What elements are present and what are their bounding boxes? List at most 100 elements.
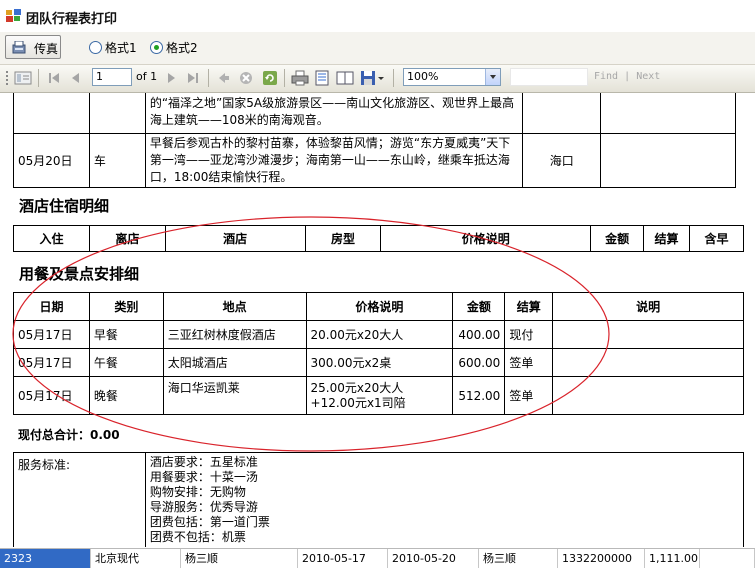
fax-button-label: 传真 (34, 42, 59, 56)
next-page-icon[interactable] (166, 70, 178, 86)
meals-header-row: 日期 类别 地点 价格说明 金额 结算 说明 (13, 292, 744, 321)
grid-cell[interactable]: 2010-05-20 (388, 549, 479, 568)
meals-table: 日期 类别 地点 价格说明 金额 结算 说明 05月17日 早餐 三亚红树林度假… (13, 292, 744, 415)
grid-cell[interactable]: 北京现代 (91, 549, 181, 568)
meals-section-title: 用餐及景点安排细 (19, 265, 140, 283)
style2-label: 格式2 (166, 41, 198, 55)
itinerary-content: 的“福泽之地”国家5A级旅游景区——南山文化旅游区、观世界上最高海上建筑——10… (144, 93, 524, 134)
previous-page-icon[interactable] (69, 70, 81, 86)
fax-button[interactable]: 传真 (5, 35, 61, 59)
options-toolbar: 传真 格式1 格式2 (0, 32, 755, 65)
itinerary-date: 05月20日 (13, 133, 90, 188)
service-line: 团费包括：第一道门票 (149, 515, 270, 529)
meal-note (552, 320, 744, 349)
meal-place: 三亚红树林度假酒店 (162, 320, 307, 349)
service-line: 购物安排：无购物 (149, 485, 246, 499)
page-count-label: of 1 (136, 70, 158, 83)
stop-icon[interactable] (238, 70, 254, 86)
hotel-section-title: 酒店住宿明细 (19, 197, 110, 215)
meal-amount: 400.00 (452, 320, 506, 349)
meal-price: 300.00元x2桌 (305, 348, 454, 377)
meals-header-note: 说明 (552, 292, 744, 321)
radio-unchecked-icon (89, 41, 102, 54)
itinerary-content: 早餐后参观古朴的黎村苗寨，体验黎苗风情；游览“东方夏威夷”天下第一湾——亚龙湾沙… (144, 133, 524, 188)
refresh-icon[interactable] (262, 70, 278, 86)
toolbar-grip-icon (6, 71, 8, 85)
meals-header-price: 价格说明 (305, 292, 454, 321)
meals-header-amount: 金额 (452, 292, 506, 321)
app-icon (6, 9, 21, 22)
meal-place: 太阳城酒店 (162, 348, 307, 377)
fax-icon (12, 41, 26, 54)
find-link[interactable]: Find (594, 71, 618, 82)
report-viewer-toolbar: 1 of 1 100% Find | Next (0, 65, 755, 93)
meal-type: 早餐 (88, 320, 164, 349)
hotel-table: 入住 离店 酒店 房型 价格说明 金额 结算 含早 (13, 225, 744, 252)
grid-cell[interactable]: 杨三顺 (181, 549, 298, 568)
export-dropdown-arrow-icon[interactable] (377, 70, 385, 86)
grid-cell[interactable]: 杨三顺 (479, 549, 558, 568)
meal-settle: 签单 (504, 376, 554, 415)
itinerary-row: 的“福泽之地”国家5A级旅游景区——南山文化旅游区、观世界上最高海上建筑——10… (13, 93, 736, 134)
hotel-header-settle: 结算 (643, 225, 690, 252)
meal-price-line1: 300.00元x2桌 (310, 356, 392, 370)
meal-settle: 签单 (504, 348, 554, 377)
print-layout-icon[interactable] (314, 70, 330, 86)
service-line: 用餐要求：十菜一汤 (149, 470, 258, 484)
meal-price-line2: +12.00元x1司陪 (310, 395, 406, 410)
itinerary-transport (88, 93, 146, 134)
hotel-header-room-type: 房型 (304, 225, 382, 252)
report-page: 的“福泽之地”国家5A级旅游景区——南山文化旅游区、观世界上最高海上建筑——10… (0, 93, 755, 547)
service-label: 服务标准: (13, 452, 146, 547)
itinerary-row: 05月20日 车 早餐后参观古朴的黎村苗寨，体验黎苗风情；游览“东方夏威夷”天下… (13, 133, 736, 188)
grid-cell[interactable]: 2010-05-17 (298, 549, 388, 568)
service-line: 团费不包括：机票 (149, 530, 246, 544)
meal-price: 25.00元x20大人 +12.00元x1司陪 (305, 376, 454, 415)
zoom-value: 100% (407, 70, 439, 83)
meal-date: 05月17日 (13, 348, 90, 377)
meals-header-settle: 结算 (504, 292, 554, 321)
meal-price-line1: 25.00元x20大人 (310, 380, 404, 395)
window-title: 团队行程表打印 (26, 12, 118, 27)
title-bar: 团队行程表打印 (0, 0, 755, 33)
hotel-header-price: 价格说明 (380, 225, 592, 252)
export-save-icon[interactable] (360, 70, 376, 86)
data-grid-row[interactable]: 2323 北京现代 杨三顺 2010-05-17 2010-05-20 杨三顺 … (0, 548, 755, 568)
hotel-header-hotel: 酒店 (164, 225, 306, 252)
cash-total: 现付总合计：0.00 (18, 428, 120, 442)
meal-type: 晚餐 (88, 376, 164, 415)
grid-cell[interactable]: 2323 (0, 549, 91, 568)
meal-date: 05月17日 (13, 376, 90, 415)
meal-amount: 600.00 (452, 348, 506, 377)
first-page-icon[interactable] (47, 70, 61, 86)
find-separator: | (624, 71, 631, 82)
itinerary-date (13, 93, 90, 134)
hotel-header-amount: 金额 (590, 225, 645, 252)
chevron-down-icon[interactable] (485, 69, 500, 85)
meals-header-place: 地点 (162, 292, 307, 321)
back-icon[interactable] (217, 70, 231, 86)
meal-type: 午餐 (88, 348, 164, 377)
hotel-header-row: 入住 离店 酒店 房型 价格说明 金额 结算 含早 (13, 225, 744, 252)
hotel-header-checkin: 入住 (13, 225, 90, 252)
meals-header-date: 日期 (13, 292, 90, 321)
meal-note (552, 348, 744, 377)
grid-cell[interactable]: 1332200000 (558, 549, 645, 568)
zoom-select[interactable]: 100% (403, 68, 501, 86)
service-row: 服务标准: 酒店要求：五星标准 用餐要求：十菜一汤 购物安排：无购物 导游服务：… (13, 452, 745, 547)
find-input[interactable] (510, 68, 588, 86)
meals-row: 05月17日 晚餐 海口华运凯莱 25.00元x20大人 +12.00元x1司陪 … (13, 376, 744, 415)
meals-header-type: 类别 (88, 292, 164, 321)
page-number-input[interactable]: 1 (92, 68, 132, 86)
itinerary-table: 的“福泽之地”国家5A级旅游景区——南山文化旅游区、观世界上最高海上建筑——10… (13, 93, 736, 188)
itinerary-stay (522, 93, 602, 134)
find-next-link[interactable]: Next (636, 71, 660, 82)
print-icon[interactable] (291, 70, 309, 86)
document-map-icon[interactable] (14, 70, 32, 86)
grid-cell[interactable]: 1,111.00 (645, 549, 700, 568)
meal-note (552, 376, 744, 415)
page-setup-icon[interactable] (336, 70, 354, 86)
last-page-icon[interactable] (186, 70, 200, 86)
service-line: 导游服务：优秀导游 (149, 500, 258, 514)
grid-cell[interactable] (700, 549, 755, 568)
